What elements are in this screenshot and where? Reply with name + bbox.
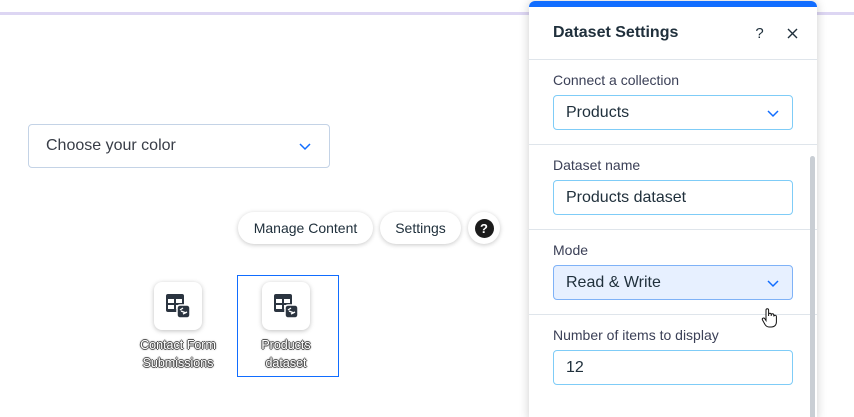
collection-value: Products [566,103,630,121]
dataset-name-section: Dataset name Products dataset [529,145,817,230]
chevron-down-icon [767,109,779,117]
dataset-contact-form-submissions[interactable]: Contact Form Submissions [128,282,228,372]
close-icon [787,28,798,38]
collection-section: Connect a collection Products [529,60,817,145]
manage-content-button[interactable]: Manage Content [238,212,373,244]
chevron-down-icon [299,143,311,151]
mode-section: Mode Read & Write [529,230,817,315]
color-dropdown-placeholder: Choose your color [46,137,176,154]
collection-label: Connect a collection [553,72,680,88]
mode-label: Mode [553,242,589,258]
settings-button[interactable]: Settings [380,212,461,244]
dataset-label: Products dataset [261,338,311,370]
dataset-name-value: Products dataset [566,188,687,206]
help-icon: ? [474,218,494,238]
dataset-name-input[interactable]: Products dataset [553,180,793,215]
settings-label: Settings [395,220,446,236]
dataset-icon [274,294,299,319]
collection-dropdown[interactable]: Products [553,95,793,130]
dataset-products[interactable]: Products dataset [236,282,336,372]
dataset-tile [262,282,310,330]
manage-content-label: Manage Content [253,220,358,236]
color-dropdown[interactable]: Choose your color [28,124,330,168]
panel-scrollbar[interactable] [810,156,815,417]
panel-help-button[interactable]: ? [743,17,776,50]
dataset-tile [154,282,202,330]
items-to-display-input[interactable]: 12 [553,350,793,385]
help-button[interactable]: ? [468,212,500,244]
items-to-display-value: 12 [566,358,584,376]
dataset-icon [166,294,191,319]
question-icon: ? [755,24,764,42]
dataset-name-label: Dataset name [553,157,641,173]
dataset-settings-panel: Dataset Settings ? Connect a collection … [529,1,817,417]
mode-dropdown[interactable]: Read & Write [553,265,793,300]
dataset-label: Contact Form Submissions [140,338,216,370]
hand-cursor-icon [761,308,777,328]
mode-value: Read & Write [566,273,661,291]
chevron-down-icon [767,279,779,287]
panel-close-button[interactable] [776,17,809,50]
panel-header: Dataset Settings ? [529,7,817,60]
items-to-display-label: Number of items to display [553,327,719,343]
panel-title: Dataset Settings [553,24,679,41]
